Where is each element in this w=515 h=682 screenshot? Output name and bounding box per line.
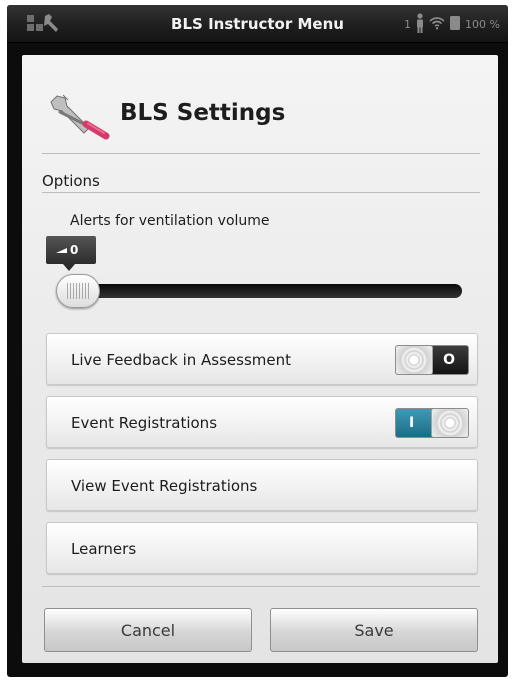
live-feedback-row[interactable]: Live Feedback in Assessment O [46, 333, 478, 385]
toggle-knob [431, 409, 468, 437]
wrench-screwdriver-icon [46, 92, 114, 140]
options-section-label: Options [42, 172, 100, 190]
event-registrations-toggle[interactable]: I [395, 408, 469, 438]
settings-panel: BLS Settings Options Alerts for ventilat… [22, 55, 498, 663]
cancel-button[interactable]: Cancel [44, 608, 252, 652]
ventilation-slider-track[interactable] [62, 284, 462, 298]
event-registrations-label: Event Registrations [71, 414, 218, 432]
toggle-state-text: O [443, 352, 455, 368]
wifi-icon [429, 16, 445, 33]
volume-icon [56, 247, 67, 253]
toggle-knob [396, 346, 433, 374]
divider [42, 192, 480, 193]
live-feedback-toggle[interactable]: O [395, 345, 469, 375]
ventilation-slider-label: Alerts for ventilation volume [70, 213, 270, 229]
view-event-registrations-label: View Event Registrations [71, 477, 258, 495]
status-bar: BLS Instructor Menu 1 100 % [7, 5, 508, 43]
person-icon [415, 12, 425, 36]
panel-header: BLS Settings [22, 55, 498, 150]
ventilation-slider-thumb[interactable] [56, 274, 100, 308]
slider-value-tooltip: 0 [46, 236, 96, 271]
view-event-registrations-button[interactable]: View Event Registrations [46, 459, 478, 511]
divider [42, 153, 480, 154]
learners-label: Learners [71, 540, 137, 558]
toggle-state-text: I [409, 415, 415, 431]
user-count: 1 [404, 17, 412, 31]
page-title: BLS Settings [120, 100, 286, 126]
live-feedback-label: Live Feedback in Assessment [71, 351, 292, 369]
event-registrations-row[interactable]: Event Registrations I [46, 396, 478, 448]
status-indicators: 1 100 % [404, 12, 500, 36]
device-frame: BLS Instructor Menu 1 100 % BLS Settings… [7, 5, 508, 677]
learners-button[interactable]: Learners [46, 522, 478, 574]
divider [42, 586, 480, 587]
save-button[interactable]: Save [270, 608, 478, 652]
battery-percent: 100 % [465, 17, 500, 31]
battery-icon [449, 15, 461, 34]
slider-grip [67, 283, 89, 299]
slider-value: 0 [70, 243, 79, 257]
